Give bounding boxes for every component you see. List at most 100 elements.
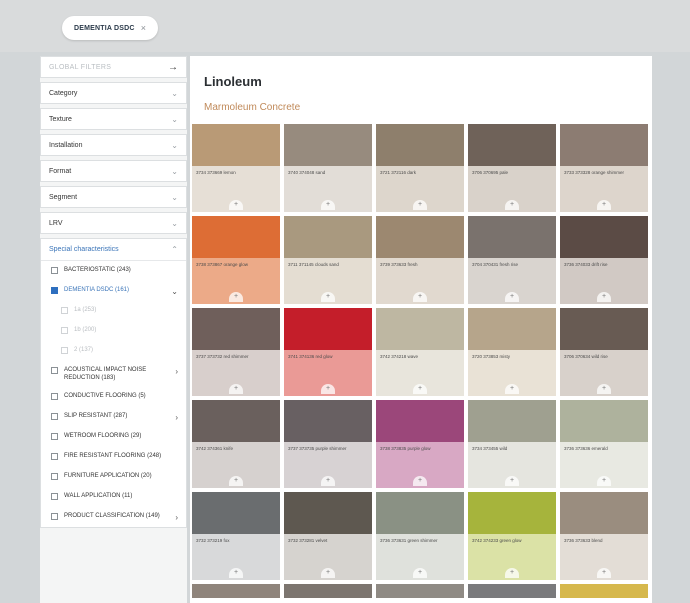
filter-panel-texture[interactable]: Texture ⌄ — [40, 108, 187, 130]
checkbox[interactable] — [61, 347, 68, 354]
color-swatch-tile[interactable]: 3732 373219 fox + — [192, 492, 280, 580]
checkbox[interactable] — [51, 413, 58, 420]
checkbox[interactable] — [51, 367, 58, 374]
checkbox[interactable] — [51, 433, 58, 440]
add-icon[interactable]: + — [229, 200, 243, 210]
global-filters-header[interactable]: GLOBAL FILTERS → — [40, 56, 187, 78]
filter-option[interactable]: FIRE RESISTANT FLOORING (248) — [41, 447, 186, 467]
add-icon[interactable]: + — [229, 384, 243, 394]
add-icon[interactable]: + — [413, 568, 427, 578]
color-swatch-tile[interactable]: 3734 373455 wild + — [468, 400, 556, 488]
color-swatch-tile[interactable]: 3742 374233 green glow + — [468, 492, 556, 580]
color-swatch-tile[interactable]: 3738 373835 purple glow + — [376, 400, 464, 488]
chevron-down-icon[interactable]: ⌄ — [171, 115, 178, 124]
color-swatch-tile[interactable]: 3737 373735 purple shimmer + — [284, 400, 372, 488]
color-swatch-tile[interactable]: 3732 373281 velvet + — [284, 492, 372, 580]
color-swatch-tile[interactable] — [560, 584, 648, 598]
color-swatch-tile[interactable]: 3733 373328 orange shimmer + — [560, 124, 648, 212]
filter-panel-installation[interactable]: Installation ⌄ — [40, 134, 187, 156]
chevron-down-icon[interactable]: ⌄ — [171, 89, 178, 98]
checkbox[interactable] — [51, 287, 58, 294]
color-swatch-tile[interactable]: 3706 370695 pale + — [468, 124, 556, 212]
checkbox[interactable] — [61, 327, 68, 334]
add-icon[interactable]: + — [597, 384, 611, 394]
active-filter-chip[interactable]: DEMENTIA DSDC × — [62, 16, 158, 40]
chevron-up-icon[interactable]: ⌃ — [171, 245, 178, 254]
color-swatch-tile[interactable] — [192, 584, 280, 598]
color-swatch-tile[interactable]: 3736 373633 blend + — [560, 492, 648, 580]
chevron-right-icon[interactable]: ⌄ — [171, 287, 178, 296]
filter-option[interactable]: 1b (200) — [41, 321, 186, 341]
add-icon[interactable]: + — [505, 292, 519, 302]
filter-panel-format[interactable]: Format ⌄ — [40, 160, 187, 182]
color-swatch-tile[interactable]: 3711 371145 clouds sand + — [284, 216, 372, 304]
filter-option[interactable]: BACTERIOSTATIC (243) — [41, 261, 186, 281]
checkbox[interactable] — [51, 493, 58, 500]
chevron-down-icon[interactable]: ⌄ — [171, 193, 178, 202]
filter-option[interactable]: WALL APPLICATION (11) — [41, 487, 186, 507]
filter-panel-lrv[interactable]: LRV ⌄ — [40, 212, 187, 234]
add-icon[interactable]: + — [321, 568, 335, 578]
chevron-right-icon[interactable]: › — [175, 367, 178, 376]
add-icon[interactable]: + — [229, 568, 243, 578]
add-icon[interactable]: + — [321, 292, 335, 302]
filter-panel-segment[interactable]: Segment ⌄ — [40, 186, 187, 208]
chevron-down-icon[interactable]: ⌄ — [171, 167, 178, 176]
checkbox[interactable] — [51, 513, 58, 520]
checkbox[interactable] — [61, 307, 68, 314]
filter-option[interactable]: DEMENTIA DSDC (161) ⌄ — [41, 281, 186, 301]
color-swatch-tile[interactable]: 3721 372116 dark + — [376, 124, 464, 212]
color-swatch-tile[interactable]: 3740 374048 sand + — [284, 124, 372, 212]
color-swatch-tile[interactable]: 3706 370634 wild rise + — [560, 308, 648, 396]
add-icon[interactable]: + — [597, 568, 611, 578]
add-icon[interactable]: + — [413, 476, 427, 486]
color-swatch-tile[interactable]: 3739 373633 fresh + — [376, 216, 464, 304]
add-icon[interactable]: + — [413, 200, 427, 210]
add-icon[interactable]: + — [413, 384, 427, 394]
add-icon[interactable]: + — [597, 476, 611, 486]
color-swatch-tile[interactable]: 3736 373636 emerald + — [560, 400, 648, 488]
filter-option[interactable]: SLIP RESISTANT (287) › — [41, 407, 186, 427]
chevron-right-icon[interactable]: › — [175, 413, 178, 422]
color-swatch-tile[interactable]: 3741 374136 red glow + — [284, 308, 372, 396]
filter-option[interactable]: 1a (253) — [41, 301, 186, 321]
add-icon[interactable]: + — [597, 292, 611, 302]
add-icon[interactable]: + — [505, 476, 519, 486]
color-swatch-tile[interactable]: 3737 373732 red shimmer + — [192, 308, 280, 396]
color-swatch-tile[interactable] — [376, 584, 464, 598]
add-icon[interactable]: + — [505, 384, 519, 394]
add-icon[interactable]: + — [321, 200, 335, 210]
color-swatch-tile[interactable]: 3742 374218 wave + — [376, 308, 464, 396]
add-icon[interactable]: + — [597, 200, 611, 210]
filter-option[interactable]: FURNITURE APPLICATION (20) — [41, 467, 186, 487]
add-icon[interactable]: + — [413, 292, 427, 302]
arrow-right-icon[interactable]: → — [168, 62, 178, 73]
color-swatch-tile[interactable]: 3738 373867 orange glow + — [192, 216, 280, 304]
checkbox[interactable] — [51, 473, 58, 480]
add-icon[interactable]: + — [505, 568, 519, 578]
special-characteristics-header[interactable]: Special characteristics ⌃ — [41, 239, 186, 261]
chevron-down-icon[interactable]: ⌄ — [171, 141, 178, 150]
color-swatch-tile[interactable]: 3734 373669 lemon + — [192, 124, 280, 212]
add-icon[interactable]: + — [229, 476, 243, 486]
filter-option[interactable]: 2 (137) — [41, 341, 186, 361]
chevron-down-icon[interactable]: ⌄ — [171, 219, 178, 228]
color-swatch-tile[interactable] — [468, 584, 556, 598]
close-icon[interactable]: × — [141, 23, 146, 33]
checkbox[interactable] — [51, 453, 58, 460]
filter-option[interactable]: WETROOM FLOORING (29) — [41, 427, 186, 447]
add-icon[interactable]: + — [321, 476, 335, 486]
filter-option[interactable]: ACOUSTICAL IMPACT NOISE REDUCTION (183) › — [41, 361, 186, 387]
color-swatch-tile[interactable]: 3736 374033 drift rise + — [560, 216, 648, 304]
checkbox[interactable] — [51, 393, 58, 400]
filter-option[interactable]: CONDUCTIVE FLOORING (5) — [41, 387, 186, 407]
color-swatch-tile[interactable]: 3736 373631 green shimmer + — [376, 492, 464, 580]
filter-option[interactable]: PRODUCT CLASSIFICATION (149) › — [41, 507, 186, 527]
color-swatch-tile[interactable]: 3742 374361 knife + — [192, 400, 280, 488]
color-swatch-tile[interactable]: 3704 370431 fresh rise + — [468, 216, 556, 304]
add-icon[interactable]: + — [505, 200, 519, 210]
add-icon[interactable]: + — [321, 384, 335, 394]
chevron-right-icon[interactable]: › — [175, 513, 178, 522]
filter-panel-category[interactable]: Category ⌄ — [40, 82, 187, 104]
add-icon[interactable]: + — [229, 292, 243, 302]
